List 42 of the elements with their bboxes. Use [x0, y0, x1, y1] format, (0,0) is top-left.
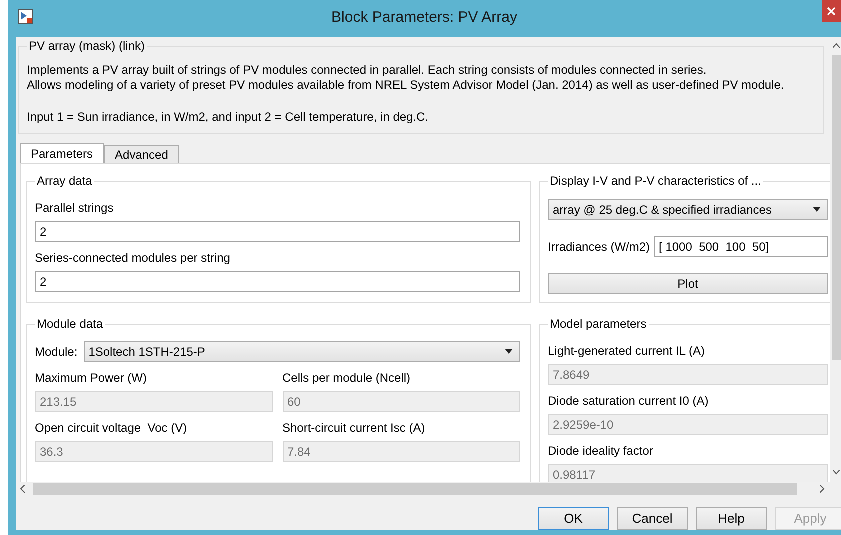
window-title: Block Parameters: PV Array	[330, 9, 518, 26]
app-icon	[18, 9, 34, 25]
close-icon	[827, 6, 836, 16]
caret-icon	[505, 349, 513, 354]
field-label: Series-connected modules per string	[35, 251, 232, 265]
dropdown[interactable]: array @ 25 deg.C & specified irradiances	[548, 199, 828, 220]
scroll-left-icon[interactable]	[20, 485, 25, 493]
description-text: Implements a PV array built of strings of PV modules connected in parallel. Each string consists of modules connected in series.	[27, 63, 708, 78]
field-label: Cells per module (Ncell)	[282, 371, 412, 385]
field-label: Open circuit voltage Voc (V)	[35, 421, 188, 435]
input-field[interactable]: 2	[35, 221, 520, 242]
description-text: Allows modeling of a variety of preset PV modules available from NREL System Advisor Model (Jan. 2014) as well as user-defined PV module.	[27, 78, 786, 93]
field-label: Light-generated current IL (A)	[548, 344, 706, 358]
tab[interactable]: Parameters	[20, 143, 104, 163]
field-label: Module:	[35, 344, 78, 358]
group-title: Array data	[36, 174, 94, 188]
dialog-button[interactable]: Cancel	[617, 507, 688, 530]
scrollbar-thumb[interactable]	[832, 55, 841, 360]
scrollbar-thumb[interactable]	[33, 483, 797, 495]
field-label: Diode saturation current I0 (A)	[548, 394, 710, 408]
field-label: Maximum Power (W)	[35, 371, 148, 385]
dialog-button[interactable]: OK	[538, 507, 609, 530]
close-button[interactable]	[822, 0, 841, 22]
field-label: Parallel strings	[35, 201, 115, 215]
group-title: Module data	[36, 317, 104, 331]
field-label: Short-circuit current Isc (A)	[282, 421, 426, 435]
caret-icon	[813, 207, 821, 212]
scroll-down-icon[interactable]	[833, 470, 840, 475]
description-text: Input 1 = Sun irradiance, in W/m2, and input 2 = Cell temperature, in deg.C.	[27, 110, 430, 125]
field-label: Irradiances (W/m2)	[548, 240, 650, 254]
dialog-button[interactable]: Help	[696, 507, 767, 530]
group-title: Model parameters	[549, 317, 648, 331]
group-title: PV array (mask) (link)	[28, 39, 146, 53]
plot-button[interactable]: Plot	[548, 273, 828, 294]
dropdown[interactable]: 1Soltech 1STH-215-P	[84, 341, 520, 362]
field-label: Diode ideality factor	[548, 444, 654, 458]
scroll-right-icon[interactable]	[820, 485, 825, 493]
input-field[interactable]: 2	[35, 271, 520, 292]
scroll-up-icon[interactable]	[833, 43, 840, 48]
input-field[interactable]: [ 1000 500 100 50]	[654, 236, 828, 257]
group-title: Display I-V and P-V characteristics of ...	[549, 174, 762, 188]
tab[interactable]: Advanced	[104, 145, 180, 163]
